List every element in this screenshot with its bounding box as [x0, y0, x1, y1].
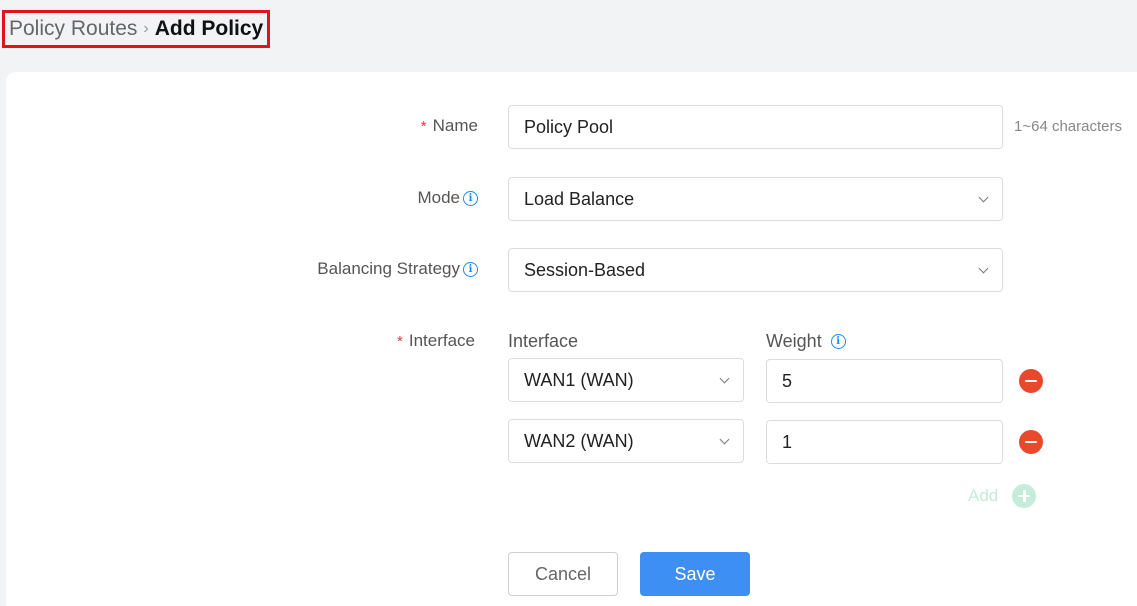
interface-column-header: Interface [508, 331, 578, 352]
name-label-text: Name [432, 116, 478, 135]
info-icon[interactable]: i [463, 190, 478, 206]
interface-column-header-text: Interface [508, 331, 579, 351]
interface-select-value: WAN1 (WAN) [524, 369, 634, 390]
interface-select[interactable]: WAN1 (WAN) [508, 358, 744, 402]
required-mark: * [397, 332, 403, 350]
weight-column-header: Weight i [766, 331, 846, 352]
interface-label-text: Interface [408, 331, 475, 350]
plus-circle-icon [1012, 484, 1037, 508]
strategy-label: Balancing Strategy i [317, 259, 478, 279]
breadcrumb-current: Add Policy [154, 17, 264, 40]
breadcrumb-parent-link[interactable]: Policy Routes [9, 17, 137, 41]
chevron-down-icon [719, 373, 730, 383]
strategy-select[interactable]: Session-Based [508, 248, 1003, 292]
weight-input[interactable]: 1 [766, 420, 1003, 464]
form-card: * Name Policy Pool 1~64 characters Mode … [6, 72, 1137, 606]
mode-label-text: Mode [417, 188, 460, 207]
chevron-down-icon [978, 263, 989, 273]
weight-input-value: 5 [782, 370, 793, 391]
strategy-label-text: Balancing Strategy [317, 259, 460, 278]
save-button[interactable]: Save [640, 552, 750, 596]
required-mark: * [420, 117, 427, 135]
add-label: Add [968, 486, 999, 505]
chevron-down-icon [978, 192, 989, 202]
breadcrumb-separator-icon: › [143, 20, 149, 37]
breadcrumb: Policy Routes › Add Policy [2, 10, 271, 48]
name-label: * Name [421, 116, 478, 136]
interface-select-value: WAN2 (WAN) [524, 430, 634, 451]
info-icon[interactable]: i [463, 261, 478, 277]
interface-select[interactable]: WAN2 (WAN) [508, 419, 744, 463]
remove-row-button[interactable] [1019, 369, 1043, 393]
name-input[interactable]: Policy Pool [508, 105, 1003, 149]
cancel-button[interactable]: Cancel [508, 552, 618, 596]
mode-select[interactable]: Load Balance [508, 177, 1003, 221]
weight-input[interactable]: 5 [766, 359, 1003, 403]
add-interface-button[interactable]: Add [968, 484, 1037, 508]
chevron-down-icon [719, 434, 730, 444]
weight-column-header-text: Weight [766, 331, 822, 351]
strategy-select-value: Session-Based [524, 259, 646, 280]
mode-label: Mode i [417, 188, 478, 208]
name-hint: 1~64 characters [1014, 118, 1122, 135]
remove-row-button[interactable] [1019, 430, 1043, 454]
interface-label: * Interface [397, 331, 475, 351]
weight-input-value: 1 [782, 431, 793, 452]
info-icon[interactable]: i [830, 334, 846, 349]
mode-select-value: Load Balance [524, 188, 635, 209]
name-input-value: Policy Pool [524, 116, 614, 137]
